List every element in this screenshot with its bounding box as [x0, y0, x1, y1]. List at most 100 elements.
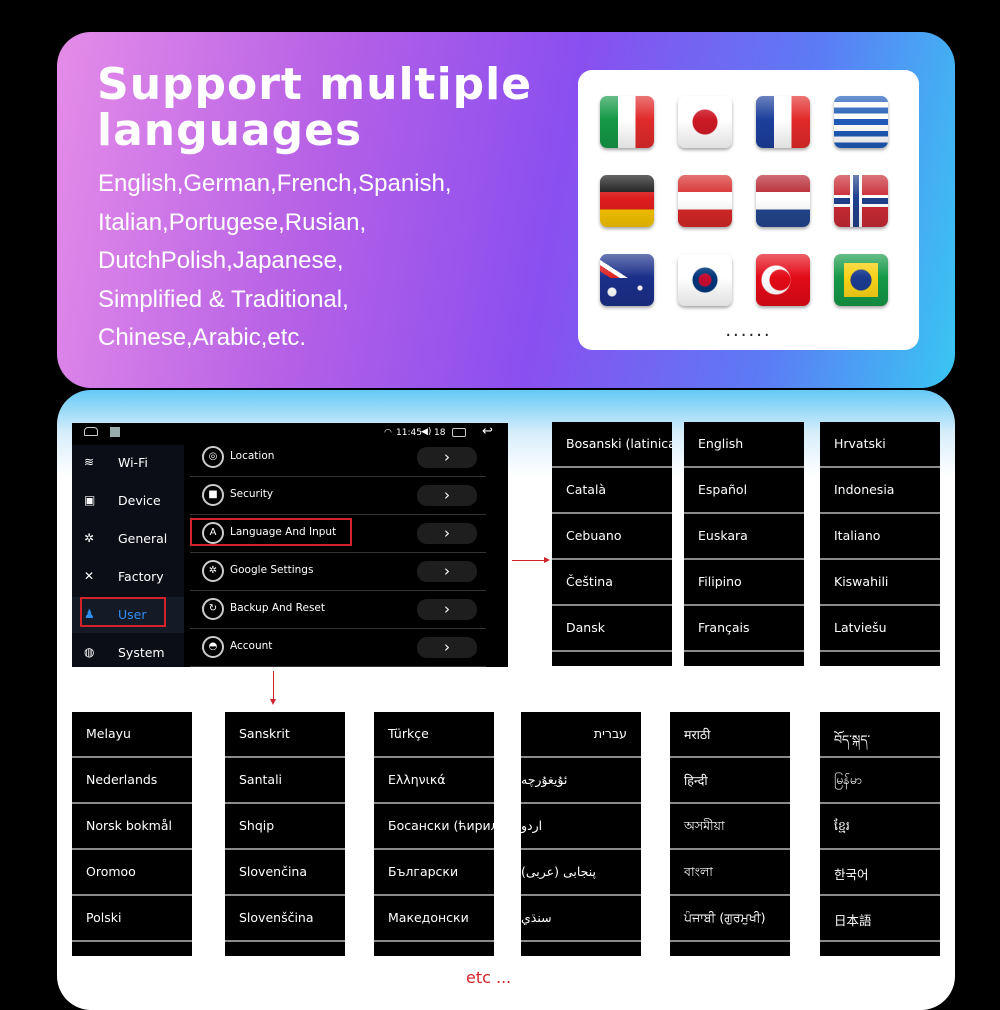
android-icon: ◓ [202, 636, 224, 658]
sidebar-item-label: Wi-Fi [118, 455, 148, 470]
language-option[interactable]: Oromoo [72, 850, 192, 896]
language-option[interactable]: العربية [521, 942, 641, 956]
home-icon[interactable] [84, 427, 98, 436]
more-dots: ...... [725, 320, 772, 341]
sidebar-item-device[interactable]: ▣ Device [72, 483, 184, 519]
settings-row-label: Account [230, 640, 273, 652]
flag-netherlands [756, 175, 810, 227]
language-option[interactable]: 한국어 [820, 850, 940, 896]
flag-norway [834, 175, 888, 227]
language-option[interactable]: Čeština [552, 560, 672, 606]
system-icon: ◍ [84, 645, 95, 659]
language-option[interactable]: Euskara [684, 514, 804, 560]
app-icon [110, 427, 120, 437]
desc-line: Chinese,Arabic,etc. [98, 324, 307, 352]
language-option[interactable]: Македонски [374, 896, 494, 942]
sidebar-item-wifi[interactable]: ≋ Wi-Fi [72, 445, 184, 481]
settings-sidebar: ≋ Wi-Fi ▣ Device ✲ General ✕ Factory ♟ User ◍ Syste… [72, 445, 184, 667]
language-option[interactable]: Cebuano [552, 514, 672, 560]
chevron-right-button[interactable]: › [417, 599, 477, 620]
signal-icon: ◠ [384, 428, 392, 438]
language-option[interactable]: Nederlands [72, 758, 192, 804]
language-option[interactable]: मराठी [670, 712, 790, 758]
language-option[interactable]: پنجابی (عربی) [521, 850, 641, 896]
language-option[interactable]: Suomi [225, 942, 345, 956]
language-option[interactable]: עברית [521, 712, 641, 758]
language-option[interactable]: বাংলা [670, 850, 790, 896]
language-list: Bosanski (latinica) Català Cebuano Čeština D… [552, 422, 672, 666]
highlight-user [80, 597, 166, 627]
settings-row-location[interactable]: ◎ Location › [190, 439, 486, 477]
language-option[interactable]: Polski [72, 896, 192, 942]
language-option[interactable]: Santali [225, 758, 345, 804]
language-option[interactable]: Ελληνικά [374, 758, 494, 804]
flag-germany [600, 175, 654, 227]
language-option[interactable]: Latviešu [820, 606, 940, 652]
flag-italy [600, 96, 654, 148]
language-option[interactable]: ગુજરાતી [670, 942, 790, 956]
sidebar-item-system[interactable]: ◍ System [72, 635, 184, 671]
settings-row-label: Location [230, 450, 275, 462]
language-option[interactable]: Bosanski (latinica) [552, 422, 672, 468]
language-option[interactable]: English [684, 422, 804, 468]
language-option[interactable]: Filipino [684, 560, 804, 606]
sidebar-item-label: Device [118, 493, 161, 508]
language-option[interactable]: Slovenščina [225, 896, 345, 942]
language-option[interactable]: Italiano [820, 514, 940, 560]
flag-japan [678, 96, 732, 148]
recent-apps-icon[interactable] [452, 428, 466, 437]
desc-line: Simplified & Traditional, [98, 285, 349, 313]
language-option[interactable]: ខ្មែរ [820, 804, 940, 850]
language-list: עבריתئۇيغۇرچەاردوپنجابی (عربی)سنڌيالعربي… [521, 712, 641, 956]
language-option[interactable]: Slovenčina [225, 850, 345, 896]
desc-line: DutchPolish,Japanese, [98, 247, 344, 275]
chevron-right-button[interactable]: › [417, 485, 477, 506]
language-option[interactable]: Català [552, 468, 672, 514]
language-option[interactable]: ئۇيغۇرچە [521, 758, 641, 804]
language-option[interactable]: Босански (ћирилица) [374, 804, 494, 850]
language-option[interactable]: Português [72, 942, 192, 956]
language-option[interactable]: Norsk bokmål [72, 804, 192, 850]
language-option[interactable]: Melayu [72, 712, 192, 758]
settings-row-google-settings[interactable]: ✲ Google Settings › [190, 553, 486, 591]
chevron-right-button[interactable]: › [417, 447, 477, 468]
language-option[interactable]: Shqip [225, 804, 345, 850]
language-option[interactable]: မြန်မာ [820, 758, 940, 804]
headline-line1: Support multiple [97, 59, 533, 110]
language-option[interactable]: Български [374, 850, 494, 896]
lock-icon: ■ [202, 484, 224, 506]
wifi-icon: ≋ [84, 455, 95, 469]
language-option[interactable]: Español [684, 468, 804, 514]
chevron-right-button[interactable]: › [417, 637, 477, 658]
sidebar-item-label: Factory [118, 569, 164, 584]
language-option[interactable]: Indonesia [820, 468, 940, 514]
language-option[interactable]: 日本語 [820, 896, 940, 942]
language-option[interactable]: Türkçe [374, 712, 494, 758]
language-option[interactable]: Sanskrit [225, 712, 345, 758]
back-icon[interactable]: ↩ [482, 424, 493, 439]
language-option[interactable]: Dansk [552, 606, 672, 652]
language-option[interactable]: Français [684, 606, 804, 652]
settings-row-backup-and-reset[interactable]: ↻ Backup And Reset › [190, 591, 486, 629]
language-option[interactable]: ਪੰਜਾਬੀ (ਗੁਰਮੁਖੀ) [670, 896, 790, 942]
settings-row-account[interactable]: ◓ Account › [190, 629, 486, 667]
sidebar-item-factory[interactable]: ✕ Factory [72, 559, 184, 595]
settings-row-security[interactable]: ■ Security › [190, 477, 486, 515]
language-list: मराठीहिन्दीঅসমীয়াবাংলাਪੰਜਾਬੀ (ਗੁਰਮੁਖੀ)ગ… [670, 712, 790, 956]
language-option[interactable]: བོད་སྐད་ [820, 712, 940, 758]
language-option[interactable]: हिन्दी [670, 758, 790, 804]
language-option[interactable]: سنڌي [521, 896, 641, 942]
chevron-right-button[interactable]: › [417, 561, 477, 582]
language-list: Sanskrit Santali Shqip Slovenčina Slovenščin… [225, 712, 345, 956]
volume-icon: ◀) [421, 427, 432, 437]
sidebar-item-general[interactable]: ✲ General [72, 521, 184, 557]
language-option[interactable]: Hrvatski [820, 422, 940, 468]
arrow-right [512, 560, 546, 561]
language-option[interactable]: অসমীয়া [670, 804, 790, 850]
language-option[interactable]: Kiswahili [820, 560, 940, 606]
flag-brazil [834, 254, 888, 306]
language-option[interactable]: اردو [521, 804, 641, 850]
desc-line: English,German,French,Spanish, [98, 170, 452, 197]
chevron-right-button[interactable]: › [417, 523, 477, 544]
arrow-down [273, 671, 274, 701]
